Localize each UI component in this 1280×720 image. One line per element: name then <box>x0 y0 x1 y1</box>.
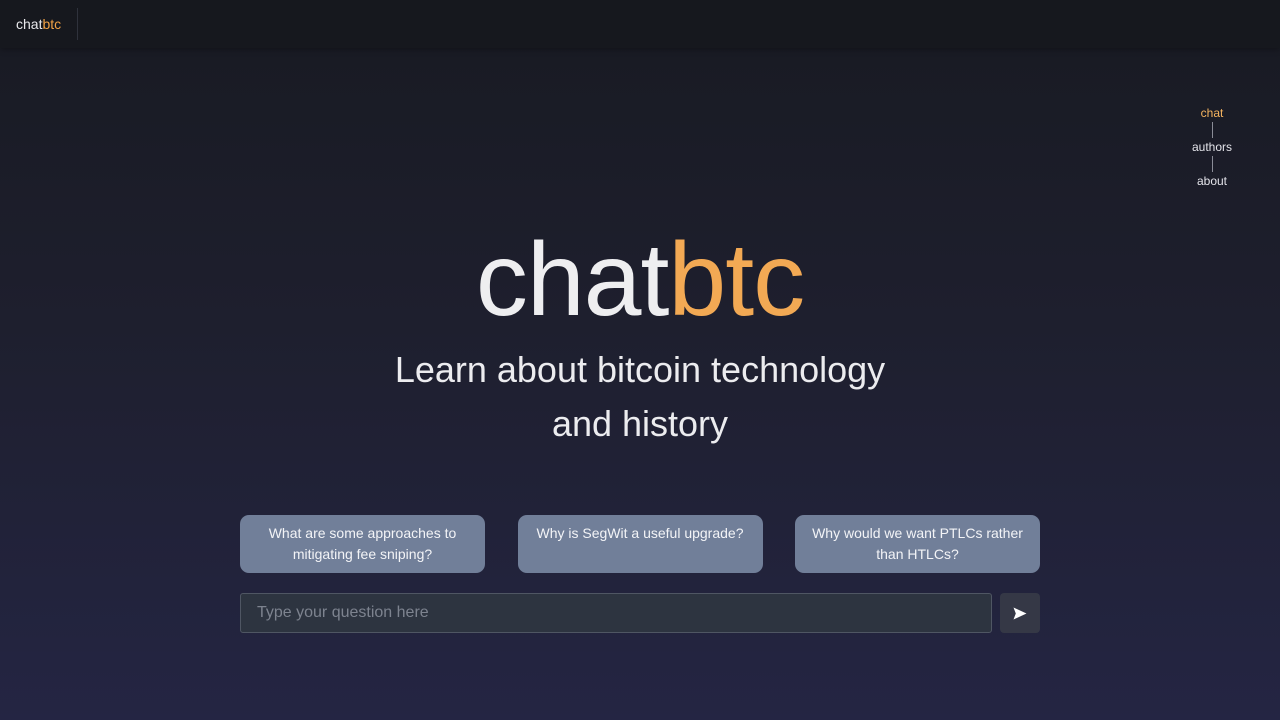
nav-divider <box>1211 122 1213 138</box>
top-bar: chatbtc <box>0 0 1280 48</box>
side-nav: chat authors about <box>1182 104 1242 190</box>
suggestion-button-fee-sniping[interactable]: What are some approaches to mitigating f… <box>240 515 485 573</box>
nav-item-authors[interactable]: authors <box>1192 138 1232 156</box>
header-logo[interactable]: chatbtc <box>16 16 61 32</box>
suggested-questions: What are some approaches to mitigating f… <box>240 515 1040 573</box>
header-logo-chat: chat <box>16 16 43 32</box>
hero-logo-chat: chat <box>475 222 670 338</box>
send-icon <box>1013 607 1027 619</box>
tagline-line-2: and history <box>551 403 729 444</box>
nav-item-chat[interactable]: chat <box>1201 104 1224 122</box>
tagline-line-1: Learn about bitcoin technology <box>394 349 886 390</box>
suggestion-button-segwit[interactable]: Why is SegWit a useful upgrade? <box>517 515 763 573</box>
question-input[interactable] <box>240 593 992 633</box>
topbar-divider <box>77 8 78 40</box>
hero-logo-btc: btc <box>668 222 805 338</box>
question-form <box>240 593 1040 633</box>
suggestion-button-ptlcs[interactable]: Why would we want PTLCs rather than HTLC… <box>795 515 1040 573</box>
hero-logo: chatbtc <box>0 222 1280 338</box>
header-logo-btc: btc <box>42 16 62 32</box>
nav-divider <box>1211 156 1213 172</box>
tagline: Learn about bitcoin technology and histo… <box>340 343 940 451</box>
nav-item-about[interactable]: about <box>1197 172 1227 190</box>
send-button[interactable] <box>1000 593 1040 633</box>
